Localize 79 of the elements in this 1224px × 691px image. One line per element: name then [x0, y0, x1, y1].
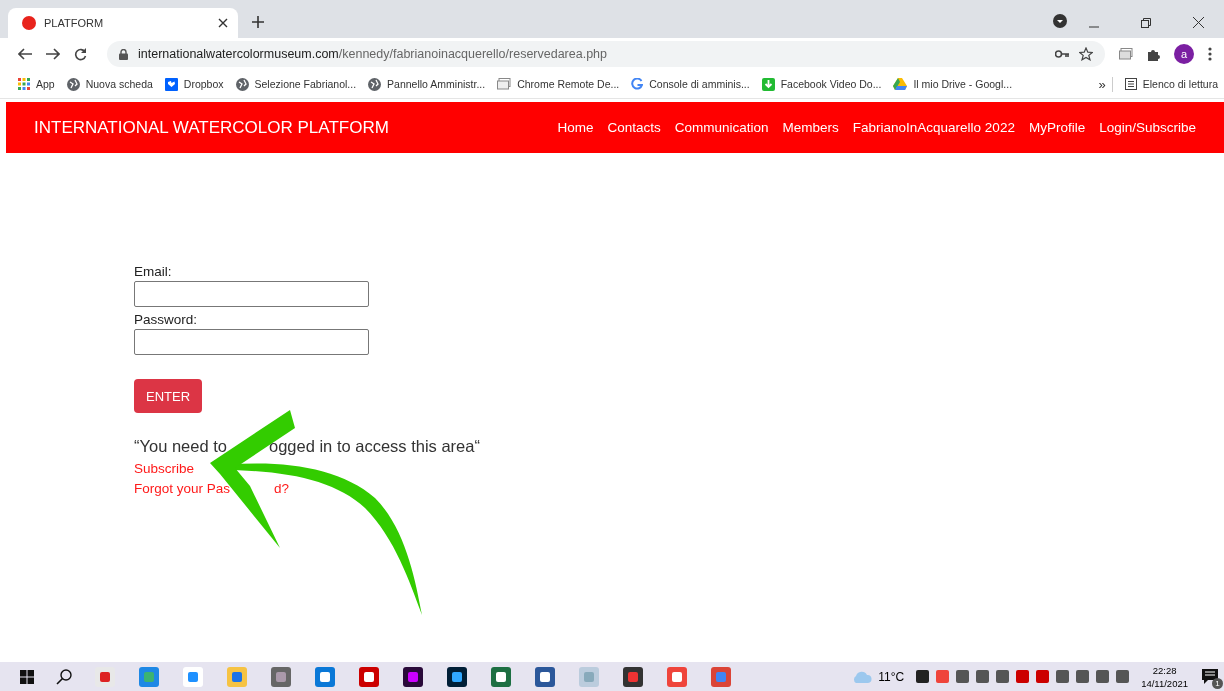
address-bar[interactable]: internationalwatercolormuseum.com/kennedy/fabrianoinacquerello/reservedarea.php — [107, 41, 1105, 67]
lock-icon — [119, 48, 128, 60]
bookmark-item[interactable]: Dropbox — [164, 77, 224, 91]
nav-link[interactable]: FabrianoInAcquarello 2022 — [852, 120, 1015, 135]
bookmark-label: Selezione Fabrianol... — [254, 78, 357, 90]
nav-link[interactable]: Login/Subscribe — [1099, 120, 1196, 135]
bookmark-label: App — [36, 78, 55, 90]
enter-button[interactable]: ENTER — [134, 379, 203, 413]
bookmark-item[interactable]: App — [18, 78, 55, 90]
weather-temperature[interactable]: 11°C — [878, 669, 905, 684]
nav-link[interactable]: Communication — [674, 120, 769, 135]
cast-icon[interactable] — [1119, 48, 1133, 60]
bookmark-label: Facebook Video Do... — [780, 78, 882, 90]
search-icon[interactable] — [56, 668, 72, 685]
bookmark-label: Nuova scheda — [85, 78, 153, 90]
key-icon[interactable] — [1055, 50, 1069, 58]
site-title[interactable]: INTERNATIONAL WATERCOLOR PLATFORM — [34, 117, 389, 138]
g-logo-icon — [631, 78, 644, 90]
nav-link[interactable]: Members — [782, 120, 839, 135]
reading-list-button[interactable]: Elenco di lettura — [1124, 78, 1218, 90]
more-bookmarks-button[interactable]: » — [1098, 76, 1113, 92]
tray-icon[interactable] — [1096, 670, 1110, 683]
link[interactable]: Forgot your Pas — [134, 481, 231, 496]
triangle-logo-icon — [893, 78, 908, 90]
download-icon — [761, 77, 775, 91]
email-field[interactable] — [134, 281, 369, 307]
notification-count: 1 — [1212, 678, 1223, 689]
bookmark-label: Pannello Amministr... — [387, 78, 486, 90]
puzzle-icon[interactable] — [1147, 47, 1160, 61]
windows-start-icon[interactable] — [20, 669, 34, 684]
forward-icon[interactable] — [46, 48, 60, 60]
bookmark-label: Console di amminis... — [649, 78, 750, 90]
bookmark-label: Dropbox — [183, 78, 224, 90]
tray-icon[interactable] — [996, 670, 1010, 683]
clock[interactable]: 22:28 14/11/2021 — [1141, 663, 1188, 690]
reload-icon[interactable] — [74, 47, 87, 61]
bookmark-item[interactable]: Chrome Remote De... — [497, 78, 620, 90]
password-field[interactable] — [134, 329, 369, 355]
new-tab-icon[interactable] — [252, 16, 264, 28]
bookmark-item[interactable]: Selezione Fabrianol... — [235, 77, 357, 91]
cloud-icon — [852, 670, 873, 683]
link[interactable]: d? — [274, 481, 290, 496]
tray-icon[interactable] — [1116, 670, 1130, 683]
apps-grid-icon — [18, 78, 30, 90]
notification-icon[interactable] — [1202, 669, 1218, 684]
star-icon[interactable] — [1079, 47, 1093, 61]
bookmark-item[interactable]: Pannello Amministr... — [368, 77, 486, 91]
browser-tab[interactable]: PLATFORM — [8, 8, 238, 38]
bookmark-item[interactable]: Il mio Drive - Googl... — [893, 78, 1013, 90]
email-label: Email: — [134, 263, 172, 281]
bookmark-item[interactable]: Facebook Video Do... — [761, 77, 882, 91]
tray-icon[interactable] — [916, 670, 930, 683]
link[interactable]: Subscribe — [134, 461, 195, 476]
message-text: “You need to — [134, 437, 227, 456]
back-icon[interactable] — [18, 48, 32, 60]
restore-icon[interactable] — [1141, 18, 1151, 28]
bookmark-label: Il mio Drive - Googl... — [913, 78, 1013, 90]
nav-link[interactable]: Contacts — [607, 120, 661, 135]
tray-icon[interactable] — [1056, 670, 1070, 683]
menu-icon[interactable] — [1208, 47, 1212, 61]
bookmark-item[interactable]: Nuova scheda — [66, 77, 153, 91]
bookmark-label: Chrome Remote De... — [517, 78, 620, 90]
dropdown-icon[interactable] — [1053, 14, 1067, 28]
profile-avatar[interactable]: a — [1174, 44, 1194, 64]
tray-icon[interactable] — [1076, 670, 1090, 683]
nav-link[interactable]: Home — [557, 120, 594, 135]
tab-title: PLATFORM — [44, 17, 104, 29]
close-icon[interactable] — [1193, 17, 1204, 28]
message-text: ogged in to access this area“ — [269, 437, 480, 456]
url-text: internationalwatercolormuseum.com/kennedy/fabrianoinacquerello/reservedarea.php — [138, 47, 608, 61]
tray-icon[interactable] — [976, 670, 990, 683]
password-label: Password: — [134, 311, 198, 329]
remote-desktop-icon — [497, 78, 512, 90]
nav-link[interactable]: MyProfile — [1028, 120, 1086, 135]
box-icon — [164, 77, 178, 91]
list-icon — [1124, 78, 1137, 90]
tray-icon[interactable] — [956, 670, 970, 683]
bookmark-item[interactable]: Console di amminis... — [631, 78, 750, 90]
close-icon[interactable] — [218, 18, 228, 28]
